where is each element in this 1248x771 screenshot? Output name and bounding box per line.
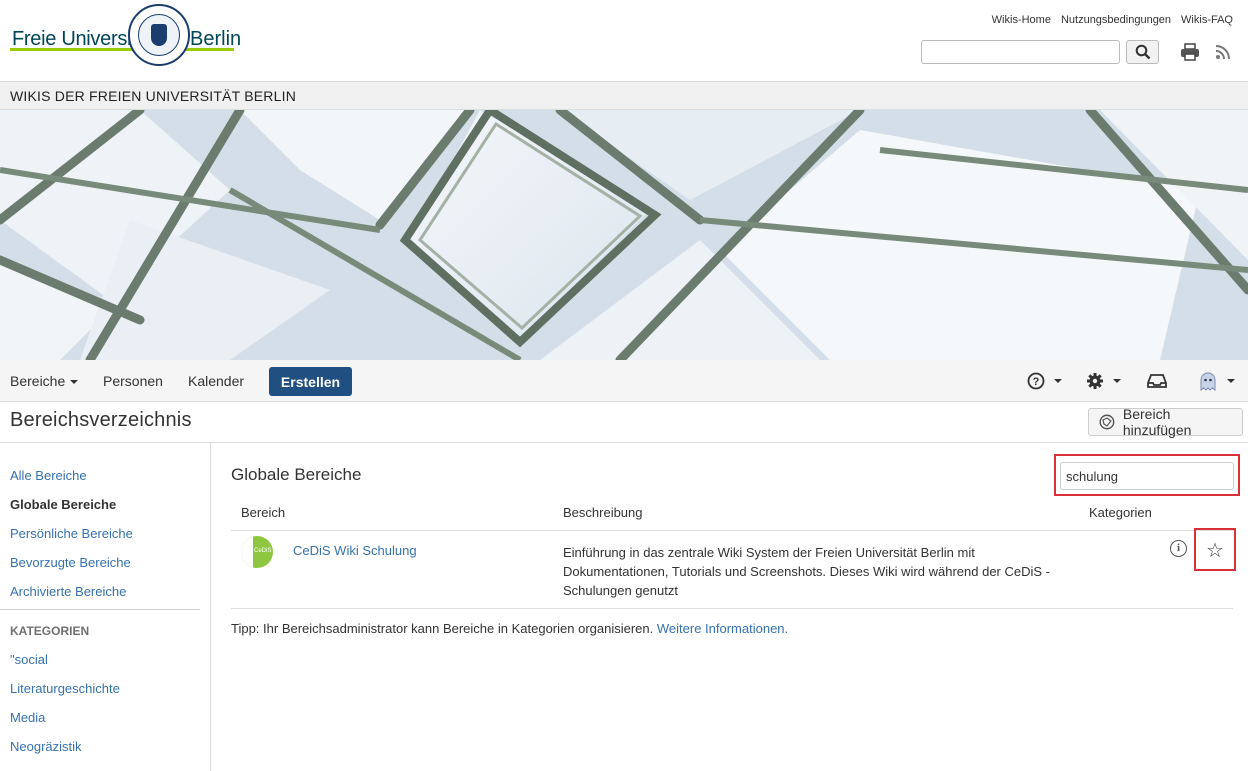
chevron-down-icon [70, 380, 79, 385]
user-avatar-icon [1200, 372, 1216, 391]
chevron-down-icon [1054, 379, 1062, 383]
hero-skylight-image [0, 110, 1248, 360]
favourite-star-button[interactable]: ☆ [1194, 528, 1236, 571]
info-icon[interactable]: i [1170, 540, 1187, 557]
column-header-categories[interactable]: Kategorien [1089, 505, 1152, 520]
space-logo-text: CeDiS [254, 548, 272, 554]
gear-icon [1087, 373, 1103, 389]
star-icon: ☆ [1206, 537, 1224, 562]
search-icon [1135, 44, 1150, 60]
nav-people[interactable]: Personen [103, 373, 163, 389]
workbox-button[interactable] [1147, 370, 1167, 392]
sidebar-divider [0, 609, 200, 610]
sidebar-category-neograezistik[interactable]: Neogräzistik [10, 739, 82, 754]
search-button[interactable] [1126, 40, 1159, 64]
svg-text:?: ? [1033, 376, 1040, 388]
space-filter-input[interactable] [1060, 462, 1234, 490]
chevron-down-icon [1113, 379, 1121, 383]
chevron-down-icon [1227, 379, 1235, 383]
sidebar-item-archived-spaces[interactable]: Archivierte Bereiche [10, 584, 126, 599]
page-header: Bereichsverzeichnis [0, 402, 1248, 443]
table-header-divider [231, 530, 1233, 531]
create-button[interactable]: Erstellen [269, 367, 352, 396]
settings-menu[interactable] [1086, 370, 1121, 392]
inbox-icon [1147, 374, 1167, 388]
column-header-description[interactable]: Beschreibung [563, 505, 643, 520]
sidebar: Alle Bereiche Globale Bereiche Persönlic… [0, 443, 211, 771]
section-title: Globale Bereiche [231, 465, 362, 484]
nav-spaces-label: Bereiche [10, 373, 66, 389]
sidebar-category-social[interactable]: "social [10, 652, 48, 667]
link-terms[interactable]: Nutzungsbedingungen [1061, 14, 1171, 26]
nav-spaces-menu[interactable]: Bereiche [10, 373, 79, 389]
space-link[interactable]: CeDiS Wiki Schulung [293, 543, 417, 558]
tip-message: Tipp: Ihr Bereichsadministrator kann Ber… [231, 621, 654, 636]
add-space-icon [1099, 414, 1115, 430]
header-search-input[interactable] [921, 40, 1120, 64]
add-space-label: Bereich hinzufügen [1122, 406, 1192, 438]
page-title: Bereichsverzeichnis [10, 409, 192, 431]
wiki-title: WIKIS DER FREIEN UNIVERSITÄT BERLIN [10, 88, 297, 104]
sidebar-item-all-spaces[interactable]: Alle Bereiche [10, 468, 87, 483]
print-icon[interactable] [1180, 43, 1200, 61]
help-menu[interactable]: ? [1027, 370, 1062, 392]
more-info-link[interactable]: Weitere Informationen. [657, 621, 788, 636]
fu-berlin-logo[interactable]: Freie Universität Berlin [10, 4, 242, 70]
sidebar-item-favourite-spaces[interactable]: Bevorzugte Bereiche [10, 555, 131, 570]
sidebar-item-personal-spaces[interactable]: Persönliche Bereiche [10, 526, 133, 541]
nav-calendar[interactable]: Kalender [188, 373, 244, 389]
sidebar-item-global-spaces[interactable]: Globale Bereiche [10, 497, 116, 512]
tip-text: Tipp: Ihr Bereichsadministrator kann Ber… [231, 621, 788, 636]
sidebar-category-literaturgeschichte[interactable]: Literaturgeschichte [10, 681, 120, 696]
wiki-title-bar: WIKIS DER FREIEN UNIVERSITÄT BERLIN [0, 82, 1248, 110]
link-wikis-home[interactable]: Wikis-Home [992, 14, 1051, 26]
link-wikis-faq[interactable]: Wikis-FAQ [1181, 14, 1233, 26]
sidebar-category-media[interactable]: Media [10, 710, 45, 725]
table-row-divider [231, 608, 1233, 609]
column-header-space[interactable]: Bereich [241, 505, 285, 520]
header-links: Wikis-Home Nutzungsbedingungen Wikis-FAQ [992, 14, 1233, 26]
university-seal-icon [128, 4, 190, 66]
space-description: Einführung in das zentrale Wiki System d… [563, 545, 1050, 598]
add-space-button[interactable]: Bereich hinzufügen [1088, 406, 1243, 438]
categories-heading: KATEGORIEN [10, 624, 90, 638]
user-menu[interactable] [1198, 370, 1235, 392]
logo-text-right: Berlin [190, 28, 242, 50]
space-logo[interactable]: CeDiS [241, 536, 273, 568]
rss-icon[interactable] [1215, 44, 1231, 60]
help-icon: ? [1027, 372, 1045, 390]
